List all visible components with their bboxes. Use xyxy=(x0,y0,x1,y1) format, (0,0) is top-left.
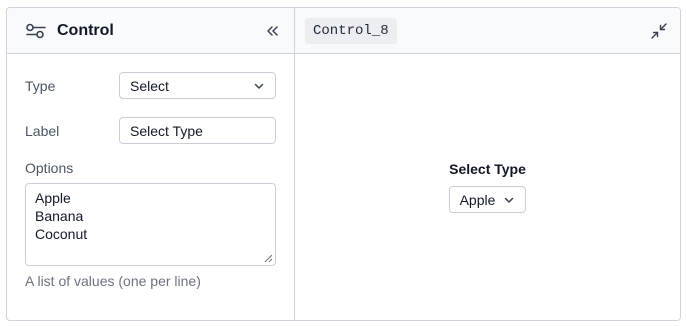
control-preview: Select Type Apple xyxy=(295,161,680,213)
label-input[interactable] xyxy=(119,117,276,144)
option-line: Coconut xyxy=(35,226,88,242)
collapse-panel-button[interactable] xyxy=(262,21,282,41)
type-row: Type Select xyxy=(25,72,282,99)
options-textarea[interactable]: Apple Banana Coconut xyxy=(25,183,276,266)
control-editor: Control Type Select Label Select Type Op… xyxy=(6,7,681,321)
type-label: Type xyxy=(25,77,56,94)
type-select[interactable]: Select xyxy=(119,72,276,99)
options-label: Options xyxy=(25,160,74,176)
type-select-value: Select xyxy=(130,77,169,94)
double-chevron-left-icon xyxy=(267,25,278,36)
control-config-panel: Control Type Select Label Select Type Op… xyxy=(7,8,295,320)
preview-header: Control_8 xyxy=(295,8,680,54)
options-hint: A list of values (one per line) xyxy=(25,273,201,289)
minimize-button[interactable] xyxy=(648,20,670,42)
preview-panel: Control_8 Select Type Apple xyxy=(295,8,680,320)
chevron-down-icon xyxy=(254,83,264,89)
option-line: Banana xyxy=(35,208,84,224)
minimize-arrows-icon xyxy=(651,22,667,39)
label-label: Label xyxy=(25,122,60,139)
control-id-tag: Control_8 xyxy=(305,17,397,44)
preview-select[interactable]: Apple xyxy=(448,186,527,213)
preview-select-label: Select Type xyxy=(449,161,526,177)
option-line: Apple xyxy=(35,190,71,206)
control-panel-title: Control xyxy=(57,21,114,39)
resize-grip-icon[interactable] xyxy=(264,254,273,263)
preview-select-value: Apple xyxy=(459,191,496,208)
sliders-icon xyxy=(25,23,47,39)
label-row: Label xyxy=(25,117,282,144)
chevron-down-icon xyxy=(505,197,514,203)
control-panel-header: Control xyxy=(7,8,294,54)
control-form: Type Select Label Options Apple Banana C… xyxy=(7,54,294,289)
